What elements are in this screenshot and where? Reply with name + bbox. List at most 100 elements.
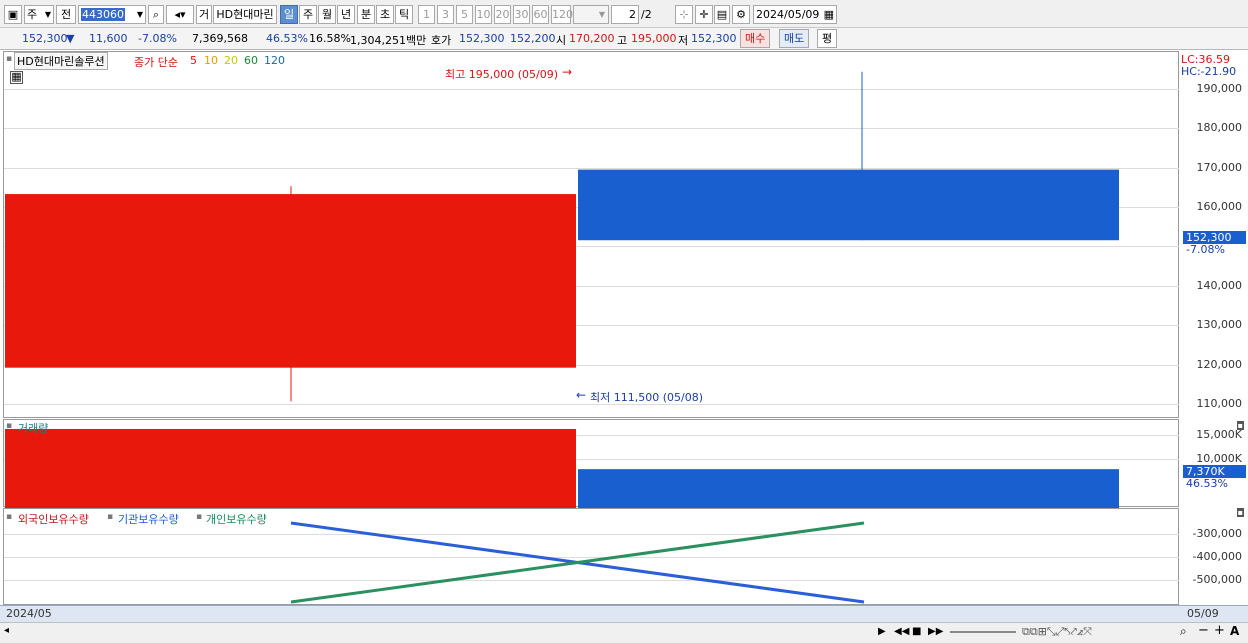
fast-forward-icon[interactable]: ▶▶ (928, 626, 943, 637)
holding-lines-chart (290, 521, 865, 604)
zoom-in-icon[interactable]: + (1214, 623, 1225, 638)
interval-10[interactable]: 10 (475, 5, 492, 24)
gear-icon[interactable]: ⚙ (732, 5, 750, 24)
period-year[interactable]: 년 (337, 5, 355, 24)
down-arrow-icon: ▼ (66, 32, 75, 45)
speaker-icon[interactable]: ◂▾ (166, 5, 194, 24)
ma-60-label: 60 (244, 54, 258, 67)
search-icon[interactable]: ⌕ (148, 5, 164, 24)
candle-body (5, 194, 576, 368)
maximize-icon[interactable]: ▪ (1236, 508, 1244, 517)
zoom-slider[interactable] (950, 631, 1016, 633)
interval-20[interactable]: 20 (494, 5, 511, 24)
current-pct-tag: -7.08% (1186, 243, 1225, 256)
open-label: 시 (556, 34, 567, 47)
period-minute[interactable]: 분 (357, 5, 375, 24)
volume-axis: ▪ 15,000K 10,000K 7,370K 46.53% (1179, 419, 1248, 507)
arrow-right-icon: → (562, 65, 573, 79)
stock-code-input[interactable]: 443060 ▼ (78, 5, 146, 24)
period-day[interactable]: 일 (280, 5, 298, 24)
interval-30[interactable]: 30 (513, 5, 530, 24)
date-value: 2024/05/09 (756, 8, 820, 21)
date-picker[interactable]: 2024/05/09 ▦ (753, 5, 837, 24)
y-tick: 10,000K (1196, 452, 1242, 465)
stock-title[interactable]: HD현대마린솔루션 (14, 52, 108, 70)
prev-button[interactable]: 전 (56, 5, 76, 24)
volume-title: 거래량 (18, 422, 49, 435)
interval-60[interactable]: 60 (532, 5, 549, 24)
price-axis: LC:36.59 HC:-21.90 190,000 180,000 170,0… (1179, 51, 1248, 418)
indicator-label: 종가 단순 (134, 56, 178, 69)
chevron-down-icon: ▼ (598, 10, 605, 19)
bid-price: 152,200 (510, 32, 556, 45)
trade-button[interactable]: 거 (196, 5, 212, 24)
interval-1[interactable]: 1 (418, 5, 435, 24)
interval-5[interactable]: 5 (456, 5, 473, 24)
holding-chart-panel[interactable]: ▪ 외국인보유수량 ▪ 기관보유수량 ▪ 개인보유수량 (3, 508, 1180, 605)
open-price: 170,200 (569, 32, 615, 45)
play-icon[interactable]: ▶ (878, 626, 886, 637)
period-tick[interactable]: 틱 (395, 5, 413, 24)
page-input[interactable]: 2 (611, 5, 639, 24)
y-tick: 160,000 (1196, 200, 1243, 213)
chart-scroll-bar: ◂ ▶ ◀◀ ■ ▶▶ ⧉⧉⊞⤡⤢⤣⤤⦨⤧ ⌕ − + A (0, 622, 1248, 643)
y-tick: 15,000K (1196, 428, 1242, 441)
interval-120[interactable]: 120 (551, 5, 573, 24)
volume-chart (5, 428, 1119, 508)
y-tick: -500,000 (1192, 573, 1242, 586)
hc-label: HC:-21.90 (1181, 65, 1237, 78)
scroll-left-icon[interactable]: ◂ (4, 625, 9, 636)
y-tick: 180,000 (1196, 121, 1243, 134)
crosshair-icon[interactable]: ✛ (695, 5, 713, 24)
calendar-icon: ▦ (823, 8, 834, 21)
zoom-icon[interactable]: ⌕ (1180, 624, 1187, 639)
eval-button[interactable]: 평 (817, 29, 838, 48)
ma-20-label: 20 (224, 54, 238, 67)
y-tick: 110,000 (1196, 397, 1243, 410)
stop-icon[interactable]: ■ (912, 626, 921, 637)
turnover-rate: 16.58% (309, 32, 351, 45)
y-tick: 140,000 (1196, 279, 1243, 292)
market-value: 주 (27, 8, 38, 21)
ma-120-label: 120 (264, 54, 285, 67)
y-tick: 190,000 (1196, 82, 1243, 95)
zoom-out-icon[interactable]: − (1198, 623, 1209, 638)
period-week[interactable]: 주 (299, 5, 317, 24)
holding-axis: ▪ -300,000 -400,000 -500,000 (1179, 508, 1248, 605)
legend-institution: 기관보유수량 (118, 513, 179, 526)
volume-value: 7,369,568 (192, 32, 248, 45)
buy-button[interactable]: 매수 (740, 29, 771, 48)
drawing-tools-icon[interactable]: ⧉⧉⊞⤡⤢⤣⤤⦨⤧ (1022, 625, 1092, 639)
y-tick: -300,000 (1192, 527, 1242, 540)
price-chart-panel[interactable]: ▪ HD현대마린솔루션 종가 단순 5 10 20 60 120 ▦ 최고 19… (3, 51, 1180, 418)
panel-marker-icon: ▪ (6, 421, 13, 431)
table-icon[interactable]: ▦ (10, 71, 23, 84)
change-percent: -7.08% (138, 32, 177, 45)
stock-name: HD현대마린 (213, 5, 277, 24)
legend-foreign: 외국인보유수량 (18, 513, 89, 526)
panel-marker-icon: ▪ (6, 512, 13, 522)
interval-3[interactable]: 3 (437, 5, 454, 24)
interval-select[interactable]: ▼ (573, 5, 609, 24)
window-menu-icon[interactable]: ▣ (4, 5, 22, 24)
period-month[interactable]: 월 (318, 5, 336, 24)
low-annotation: 최저 111,500 (05/08) (590, 391, 704, 404)
period-second[interactable]: 초 (376, 5, 394, 24)
link-icon[interactable]: ⊹ (675, 5, 693, 24)
save-icon[interactable]: ▤ (714, 5, 730, 24)
auto-scale-icon[interactable]: A (1230, 624, 1239, 638)
quote-bar: 152,300 ▼ 11,600 -7.08% 7,369,568 46.53%… (0, 28, 1248, 50)
chevron-down-icon: ▼ (44, 10, 51, 19)
market-select[interactable]: 주 ▼ (24, 5, 54, 24)
volume-bar (578, 469, 1119, 508)
chevron-down-icon: ▼ (136, 10, 143, 19)
panel-marker-icon: ▪ (196, 512, 203, 522)
x-axis-end: 05/09 (1187, 607, 1219, 620)
hoga-label: 호가 (431, 34, 452, 47)
volume-chart-panel[interactable]: ▪ 거래량 (3, 419, 1180, 508)
x-axis: 2024/05 05/09 (0, 605, 1248, 622)
sell-button[interactable]: 매도 (779, 29, 810, 48)
y-tick: 130,000 (1196, 318, 1243, 331)
rewind-icon[interactable]: ◀◀ (894, 626, 909, 637)
stock-code-value: 443060 (81, 8, 125, 21)
